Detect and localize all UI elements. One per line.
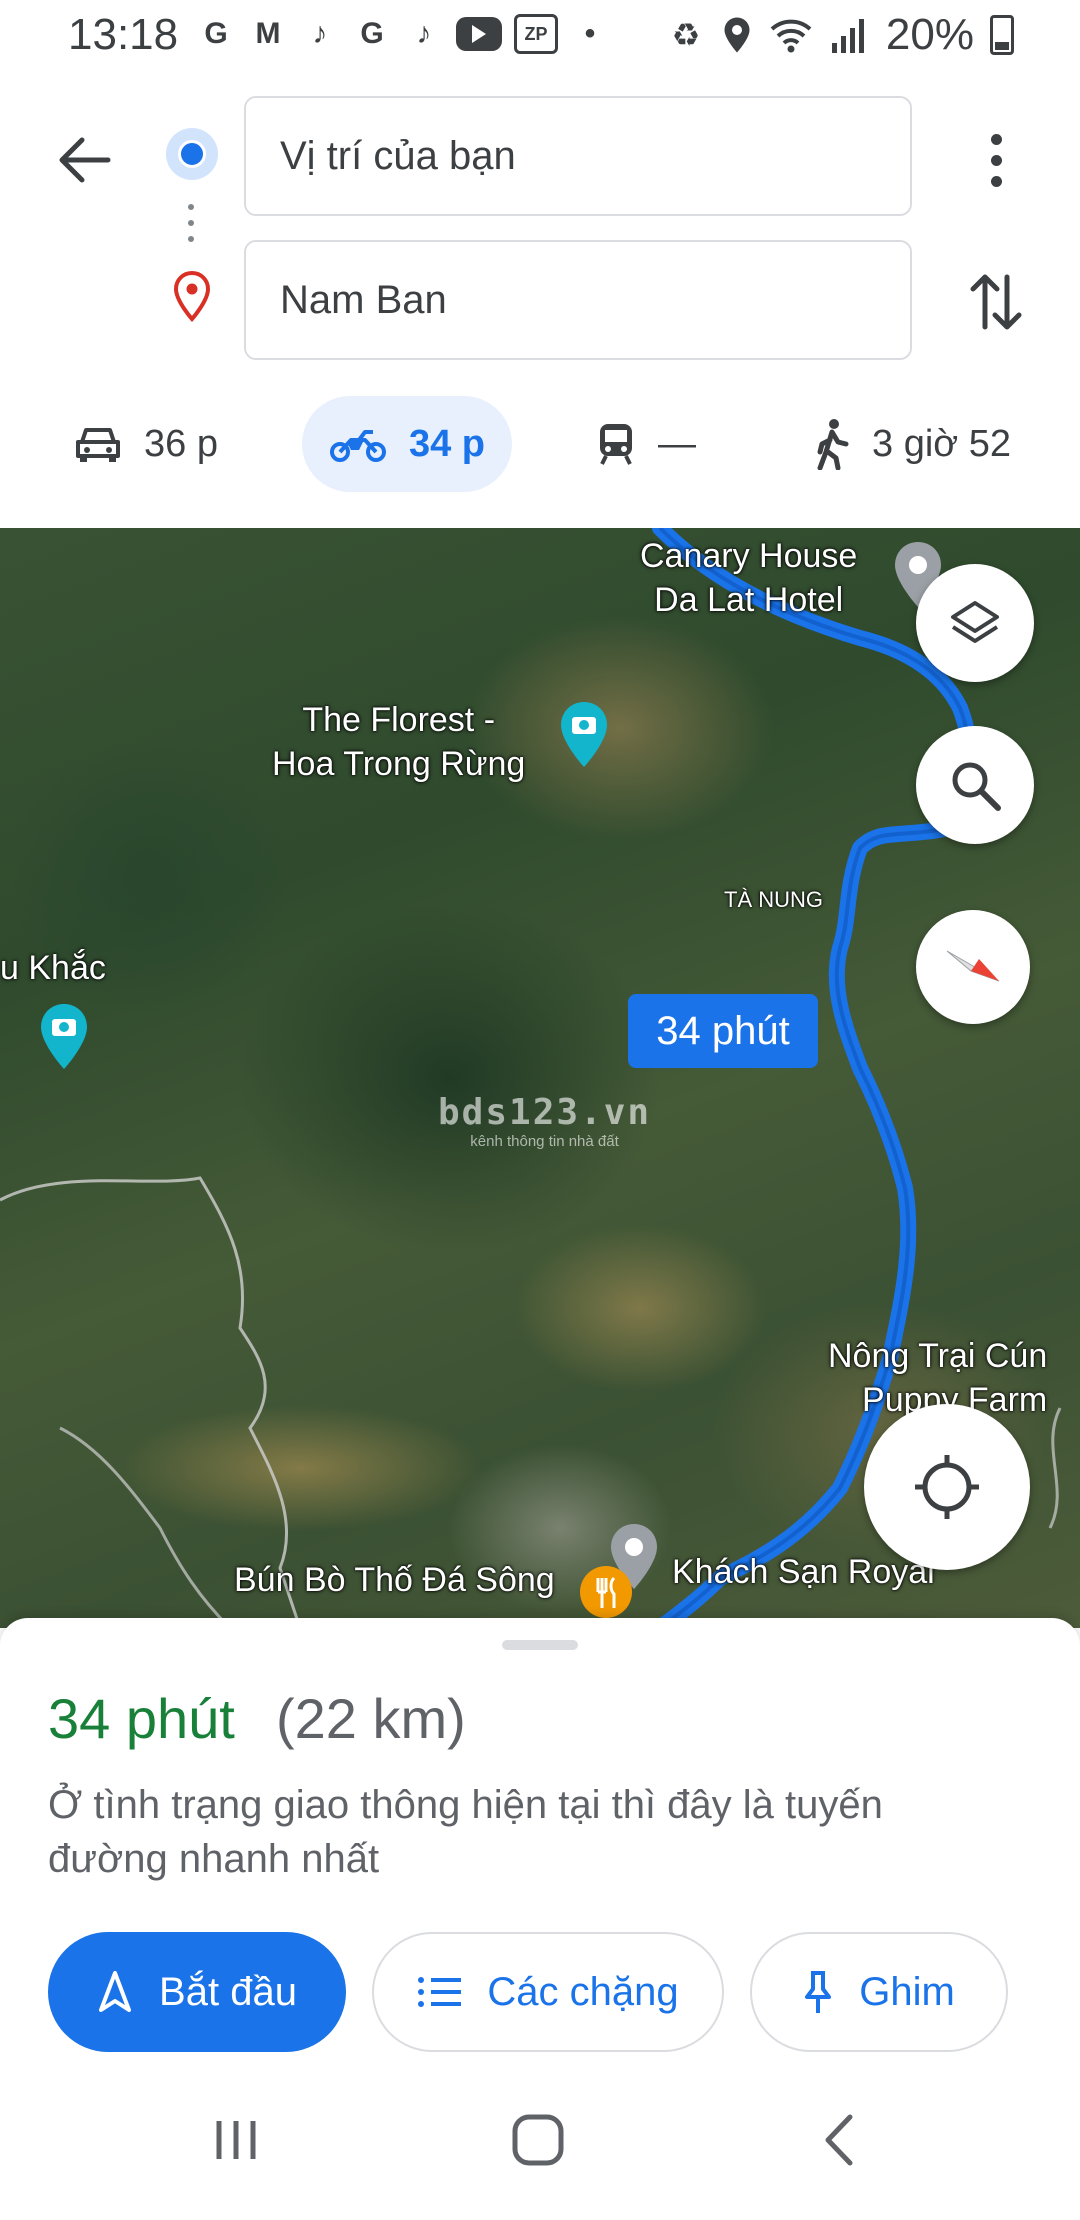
route-eta-bubble[interactable]: 34 phút xyxy=(628,994,818,1068)
system-status: ♻ 20% xyxy=(666,10,1014,60)
signal-icon xyxy=(831,19,864,53)
crosshair-icon xyxy=(915,1455,979,1519)
pin-icon xyxy=(805,1971,832,2013)
battery-icon xyxy=(990,15,1014,55)
system-navigation-bar xyxy=(0,2060,1080,2220)
tiktok-icon: ♪ xyxy=(416,17,432,50)
transit-icon xyxy=(600,424,632,465)
watermark-title: bds123.vn xyxy=(438,1092,652,1133)
mode-car-label: 36 p xyxy=(144,422,218,465)
walk-icon xyxy=(817,419,849,470)
start-label: Bắt đầu xyxy=(159,1969,297,2014)
recent-apps-button[interactable] xyxy=(196,2100,276,2180)
swap-vertical-icon xyxy=(970,274,1022,330)
zalopay-icon: ZP xyxy=(514,14,558,54)
notification-icons: G M ♪ G ♪ ZP • xyxy=(196,14,610,54)
watermark: bds123.vn kênh thông tin nhà đất xyxy=(438,1092,651,1150)
search-icon xyxy=(952,762,1001,811)
mode-walk[interactable]: 3 giờ 52 xyxy=(814,396,1011,492)
back-button[interactable] xyxy=(48,124,120,196)
motorbike-icon xyxy=(329,430,386,462)
list-icon xyxy=(418,1977,462,2007)
poi-label-canary-house[interactable]: Canary House Da Lat Hotel xyxy=(640,534,857,622)
destination-input[interactable]: Nam Ban xyxy=(244,240,912,360)
recent-apps-icon xyxy=(216,2121,256,2159)
route-description: Ở tình trạng giao thông hiện tại thì đây… xyxy=(48,1783,883,1881)
google-icon: G xyxy=(204,17,228,50)
route-connector xyxy=(188,204,194,242)
more-options-button[interactable] xyxy=(966,124,1026,196)
battery-saver-icon: ♻ xyxy=(671,17,701,53)
steps-button[interactable]: Các chặng xyxy=(372,1932,724,2052)
my-location-button[interactable] xyxy=(864,1404,1030,1570)
route-summary-sheet[interactable]: 34 phút (22 km) Ở tình trạng giao thông … xyxy=(0,1618,1080,2060)
layers-button[interactable] xyxy=(916,564,1034,682)
arrow-back-icon xyxy=(59,137,111,183)
route-duration: 34 phút xyxy=(48,1687,235,1750)
compass-icon xyxy=(946,950,1000,982)
poi-label-the-florest[interactable]: The Florest - Hoa Trong Rừng xyxy=(272,698,525,786)
more-notifications-icon: • xyxy=(584,17,596,50)
watermark-subtitle: kênh thông tin nhà đất xyxy=(470,1133,619,1150)
area-label-ta-nung: TÀ NUNG xyxy=(724,887,823,912)
mode-walk-label: 3 giờ 52 xyxy=(872,422,1012,465)
pin-button[interactable]: Ghim xyxy=(750,1932,1008,2052)
navigation-arrow-icon xyxy=(99,1971,132,2012)
origin-input[interactable]: Vị trí của bạn xyxy=(244,96,912,216)
home-icon xyxy=(512,2114,564,2166)
start-navigation-button[interactable]: Bắt đầu xyxy=(48,1932,346,2052)
battery-percent: 20% xyxy=(885,10,974,59)
photo-poi-marker-icon[interactable] xyxy=(556,700,612,770)
directions-header: Vị trí của bạn Nam Ban 36 p 34 p — 3 giờ… xyxy=(0,72,1080,528)
travel-mode-tabs: 36 p 34 p — 3 giờ 52 xyxy=(0,396,1080,492)
sheet-drag-handle[interactable] xyxy=(502,1640,578,1650)
mode-transit-label: — xyxy=(658,422,696,465)
tiktok-icon: ♪ xyxy=(312,17,328,50)
photo-poi-marker-icon[interactable] xyxy=(36,1002,92,1072)
system-back-button[interactable] xyxy=(800,2100,880,2180)
search-along-route-button[interactable] xyxy=(916,726,1034,844)
mode-transit[interactable]: — xyxy=(596,396,696,492)
destination-pin-icon xyxy=(173,270,211,322)
poi-label-khac[interactable]: u Khắc xyxy=(0,946,106,990)
map-view[interactable]: Canary House Da Lat Hotel The Florest - … xyxy=(0,528,1080,1628)
google-icon: G xyxy=(360,17,384,50)
mb-app-icon: M xyxy=(255,17,281,50)
swap-button[interactable] xyxy=(960,262,1032,342)
location-icon xyxy=(724,17,750,53)
pin-label: Ghim xyxy=(859,1969,955,2014)
status-bar: 13:18 G M ♪ G ♪ ZP • ♻ 20% xyxy=(0,0,1080,72)
youtube-icon xyxy=(456,17,502,51)
chevron-left-icon xyxy=(825,2114,853,2166)
steps-label: Các chặng xyxy=(487,1969,679,2014)
mode-motorbike-label: 34 p xyxy=(408,422,486,465)
wifi-icon xyxy=(770,19,812,53)
mode-motorbike[interactable]: 34 p xyxy=(302,396,512,492)
poi-label-bun-bo[interactable]: Bún Bò Thố Đá Sông xyxy=(234,1558,555,1602)
home-button[interactable] xyxy=(498,2100,578,2180)
layers-icon xyxy=(951,601,999,643)
route-distance: (22 km) xyxy=(276,1687,466,1750)
poi-label-khach-san-royal[interactable]: Khách Sạn Royal xyxy=(672,1550,935,1594)
origin-dot-icon xyxy=(166,128,218,180)
status-time: 13:18 xyxy=(68,10,179,59)
car-icon xyxy=(76,428,120,462)
compass-button[interactable] xyxy=(916,910,1030,1024)
mode-car[interactable]: 36 p xyxy=(74,396,218,492)
